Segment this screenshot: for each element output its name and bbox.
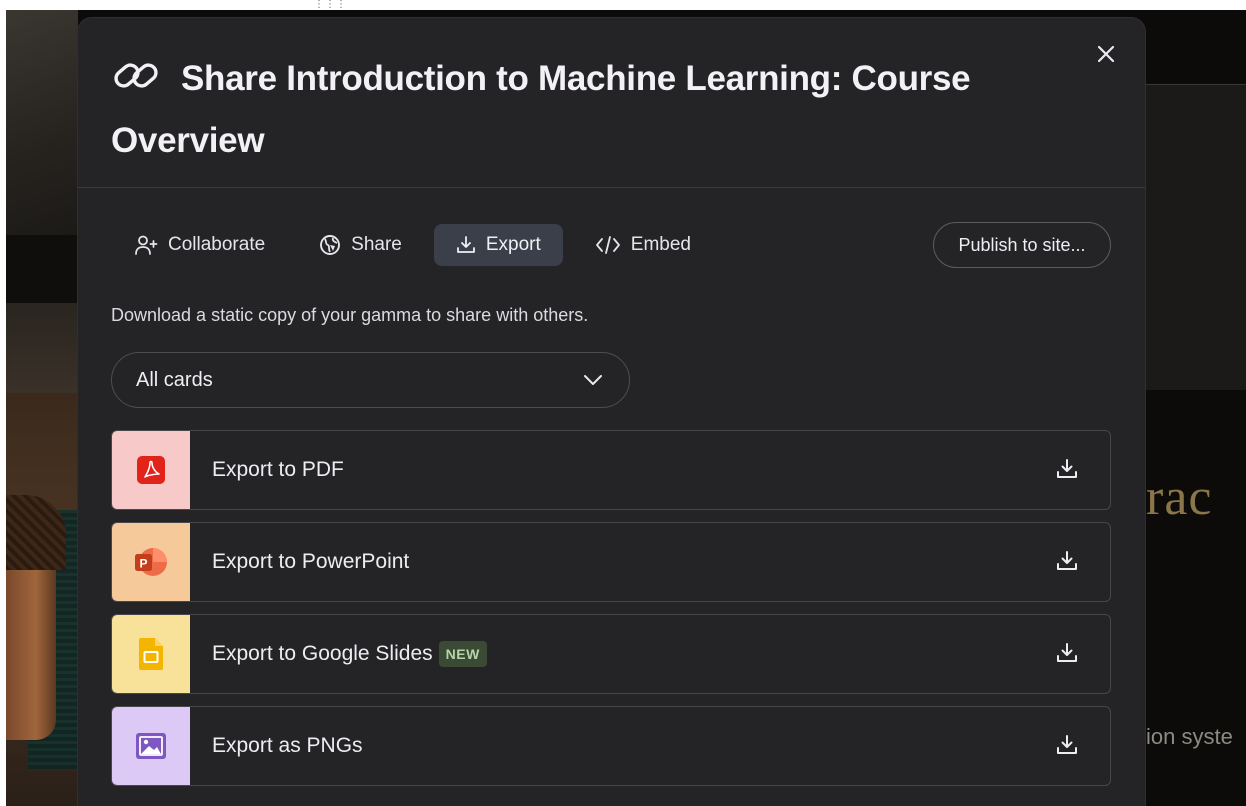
tab-share[interactable]: Share xyxy=(297,224,424,266)
background-slide xyxy=(1145,85,1246,390)
export-option-label: Export to Google Slides NEW xyxy=(212,641,487,667)
export-icon-tile: P xyxy=(112,523,190,601)
tab-label: Export xyxy=(485,234,541,255)
add-user-icon xyxy=(135,235,158,255)
export-google-slides-option[interactable]: Export to Google Slides NEW xyxy=(111,614,1111,694)
export-option-label: Export to PDF xyxy=(212,458,344,482)
export-label-text: Export to PDF xyxy=(212,458,344,481)
export-powerpoint-option[interactable]: P Export to PowerPoint xyxy=(111,522,1111,602)
tab-embed[interactable]: Embed xyxy=(573,224,713,266)
export-options-list: Export to PDF P Export to PowerPoint Exp… xyxy=(111,430,1111,798)
cards-select-value: All cards xyxy=(136,368,213,391)
tab-export[interactable]: Export xyxy=(433,224,563,266)
export-png-option[interactable]: Export as PNGs xyxy=(111,706,1111,786)
share-tabs: Collaborate Share Export Embed xyxy=(112,224,713,266)
tab-label: Embed xyxy=(630,234,691,255)
export-icon-tile xyxy=(112,431,190,509)
download-icon[interactable] xyxy=(1056,642,1078,664)
export-pdf-option[interactable]: Export to PDF xyxy=(111,430,1111,510)
new-badge: NEW xyxy=(438,641,487,667)
background-lamp xyxy=(6,10,78,235)
tab-collaborate[interactable]: Collaborate xyxy=(112,224,287,266)
background-edge xyxy=(0,0,1246,10)
background-slide xyxy=(1145,84,1246,85)
image-icon xyxy=(136,733,166,759)
background-slide-text: rac xyxy=(1146,469,1213,526)
tab-label: Collaborate xyxy=(168,234,266,255)
google-slides-icon xyxy=(139,638,163,670)
close-icon xyxy=(1097,45,1115,63)
drag-handle-icon[interactable]: ⋮⋮⋮ xyxy=(314,0,346,18)
svg-text:P: P xyxy=(139,557,147,571)
export-label-text: Export to PowerPoint xyxy=(212,550,410,573)
export-icon-tile xyxy=(112,615,190,693)
export-description: Download a static copy of your gamma to … xyxy=(111,305,589,325)
modal-header: Share Introduction to Machine Learning: … xyxy=(78,18,1145,188)
tab-label: Share xyxy=(351,234,402,255)
export-option-label: Export as PNGs xyxy=(212,734,363,758)
chevron-down-icon xyxy=(584,375,602,385)
export-label-text: Export as PNGs xyxy=(212,734,363,757)
export-option-label: Export to PowerPoint xyxy=(212,550,409,574)
download-icon[interactable] xyxy=(1056,734,1078,756)
code-icon xyxy=(595,236,620,254)
download-icon xyxy=(456,236,475,253)
publish-to-site-button[interactable]: Publish to site... xyxy=(933,222,1111,268)
close-button[interactable] xyxy=(1092,40,1120,68)
powerpoint-icon: P xyxy=(135,548,167,576)
globe-icon xyxy=(320,235,341,255)
download-icon[interactable] xyxy=(1056,550,1078,572)
background-lamp xyxy=(6,235,78,303)
background-slide-subtext: ion syste xyxy=(1146,724,1233,749)
pdf-icon xyxy=(137,456,165,484)
download-icon[interactable] xyxy=(1056,458,1078,480)
export-label-text: Export to Google Slides xyxy=(212,642,433,665)
cards-scope-select[interactable]: All cards xyxy=(111,352,630,408)
share-modal: Share Introduction to Machine Learning: … xyxy=(78,18,1145,806)
modal-title: Share Introduction to Machine Learning: … xyxy=(111,59,971,160)
export-icon-tile xyxy=(112,707,190,785)
background-lamp xyxy=(6,303,78,393)
